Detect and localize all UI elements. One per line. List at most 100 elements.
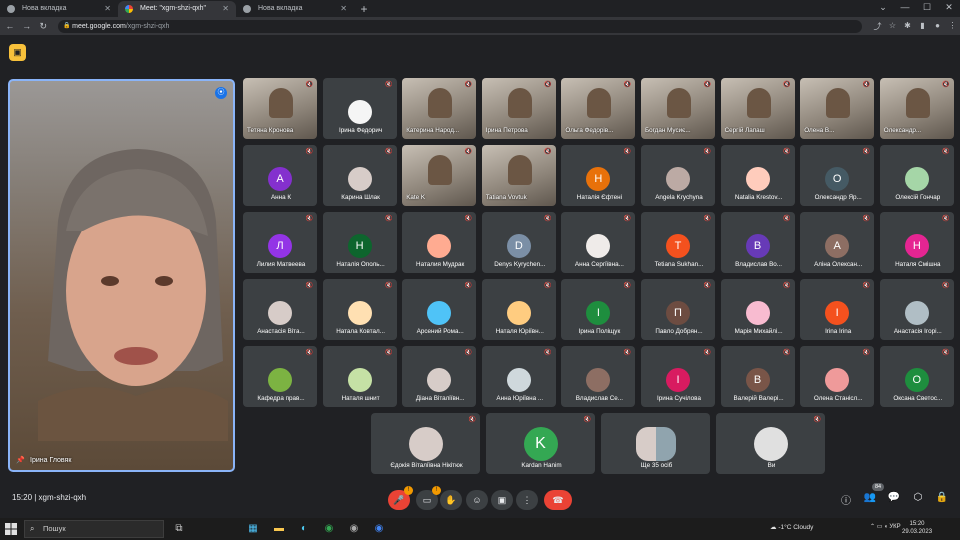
chrome-icon[interactable]: ◉ [322,522,336,536]
participant-tile[interactable]: 🔇 Kate K [402,145,477,206]
participant-tile[interactable]: 🔇 Анна Сергіївна... [561,212,636,273]
activity-icon[interactable]: ▣ [9,44,26,61]
mic-button[interactable]: 🎤! [388,486,413,510]
participant-tile[interactable]: 🔇 Катерина Народ... [402,78,477,139]
participant-tile[interactable]: 🔇 Наталия Мудрак [402,212,477,273]
tab-new-tab-2[interactable]: Нова вкладка ✕ [236,1,354,17]
participant-tile[interactable]: 🔇 Діана Віталіївн... [402,346,477,407]
participant-tile[interactable]: 🔇 Анастасія Ігорі... [879,279,954,340]
browser-menu-icon[interactable]: ⋮ [945,21,960,32]
participant-tile[interactable]: 🔇 Тетяна Кронова [243,78,317,139]
participant-tile[interactable]: 🔇 Natalia Krestov... [720,145,795,206]
taskbar-search-box[interactable]: ⌕ Пошук [24,520,164,538]
participant-tile[interactable]: І 🔇 Ірина Поліщук [561,279,636,340]
participant-tile[interactable]: 🔇 Ви [716,413,825,474]
chat-icon[interactable]: 💬 [886,492,902,503]
participant-tile[interactable]: 🔇 Олексій Гончар [879,145,954,206]
chrome-active-icon[interactable]: ◉ [347,522,361,536]
browser-tab-bar: Нова вкладка ✕ Meet: "xgm-shzi-qxh" ✕ Но… [0,0,960,17]
system-clock[interactable]: 15:20 29.03.2023 [902,520,932,536]
chrome-profile-icon[interactable]: ◉ [372,522,386,536]
participant-tile[interactable]: А 🔇 Анна К [243,145,317,206]
participant-tile[interactable]: 🔇 Олександр... [879,78,954,139]
participant-tile[interactable]: 🔇 Ольга Федорів... [561,78,636,139]
participant-tile[interactable]: Н 🔇 Наталя Смішна [879,212,954,273]
participant-name: Анастасія Ігорі... [893,328,942,335]
widgets-icon[interactable]: ▦ [246,522,260,536]
participant-tile[interactable]: А 🔇 Аліна Олексан... [800,212,875,273]
extensions-icon[interactable]: ✱ [900,21,915,32]
reactions-button[interactable]: ☺ [466,490,488,510]
tab-close-icon[interactable]: ✕ [104,1,111,17]
activities-icon[interactable]: ⬡ [910,492,926,503]
participant-tile[interactable]: Н 🔇 Наталія Єфтені [561,145,636,206]
participant-tile[interactable]: 🔇 Арсений Рома... [402,279,477,340]
participant-tile[interactable]: D 🔇 Denys Kyrychen... [481,212,556,273]
reload-icon[interactable]: ↻ [36,21,50,32]
participant-tile[interactable]: 🔇 Ірина Федорич [322,78,397,139]
participant-tile[interactable]: В 🔇 Владислав Во... [720,212,795,273]
new-tab-button[interactable]: + [354,1,374,17]
participant-tile[interactable]: 🔇 Наталя шнит [322,346,397,407]
participant-tile[interactable]: О 🔇 Олександр Яр... [800,145,875,206]
tab-close-icon[interactable]: ✕ [222,1,229,17]
bookmark-star-icon[interactable]: ☆ [885,21,900,32]
participant-tile[interactable]: 🔇 Tatiana Vovtuk [481,145,556,206]
tab-close-icon[interactable]: ✕ [340,1,347,17]
share-icon[interactable]: ⤴ [870,21,885,32]
participant-tile[interactable]: I 🔇 Irina Irina [800,279,875,340]
participant-tile[interactable]: T 🔇 Tetiana Sukhan... [641,212,715,273]
participant-tile[interactable]: 🔇 Богдан Мусиє... [641,78,715,139]
present-button[interactable]: ▣ [491,490,513,510]
participant-tile[interactable]: В 🔇 Валерій Валері... [720,346,795,407]
camera-button[interactable]: ▭! [416,486,441,510]
meeting-details-icon[interactable]: ⓘ [838,492,854,507]
participant-tile[interactable]: 🔇 Анастасія Віта... [243,279,317,340]
profile-icon[interactable]: ● [930,21,945,32]
tab-search-icon[interactable]: ⌄ [872,0,894,14]
more-options-button[interactable]: ⋮ [516,490,538,510]
participant-tile[interactable]: 🔇 Владислав Се... [561,346,636,407]
tab-new-tab-1[interactable]: Нова вкладка ✕ [0,1,118,17]
tab-meet[interactable]: Meet: "xgm-shzi-qxh" ✕ [118,1,236,17]
participant-tile[interactable]: 🔇 Сергій Лапаш [720,78,795,139]
participant-tile[interactable]: 🔇 Angela Krychyna [641,145,715,206]
participant-tile[interactable]: 🔇 Натала Ковтал... [322,279,397,340]
participant-tile[interactable]: 🔇 Єдокія Віталіївна Нікітюк [371,413,480,474]
participant-tile[interactable]: 🔇 Кафедра прав... [243,346,317,407]
host-controls-icon[interactable]: 🔒 [934,492,950,503]
raise-hand-button[interactable]: ✋ [440,490,462,510]
edge-icon[interactable]: ◐ [297,522,311,536]
back-icon[interactable]: ← [3,21,17,31]
participant-tile[interactable]: О 🔇 Оксана Светос... [879,346,954,407]
participant-tile[interactable]: 🔇 Олена Станісл... [800,346,875,407]
participant-tile[interactable]: 🔇 Карина Шлак [322,145,397,206]
participant-tile[interactable]: І 🔇 Ірина Сучілова [641,346,715,407]
leave-call-button[interactable]: ☎ [544,490,572,510]
people-icon[interactable]: 👥 [862,492,878,503]
participant-tile[interactable]: 🔇 Анна Юріївна ... [481,346,556,407]
sidebar-icon[interactable]: ▮ [915,21,930,32]
more-participants-tile[interactable]: Ще 35 осіб [601,413,710,474]
maximize-icon[interactable]: ☐ [916,0,938,14]
participant-tile[interactable]: K 🔇 Kardan Hanim [486,413,595,474]
participant-tile[interactable]: 🔇 Олена В... [800,78,875,139]
participant-tile[interactable]: П 🔇 Павло Добрян... [641,279,715,340]
system-tray[interactable]: ⌃ ▭ ◖ УКР [870,523,901,530]
windows-start-icon[interactable] [5,523,17,535]
minimize-icon[interactable]: — [894,0,916,14]
participant-name: Ви [767,462,776,469]
weather-widget[interactable]: ☁ -1°C Cloudy [770,523,813,531]
pin-icon[interactable]: 📌 [16,456,25,464]
participant-tile[interactable]: 🔇 Ірина Петрова [481,78,556,139]
participant-tile[interactable]: 🔇 Наталя Юріївн... [481,279,556,340]
participant-tile[interactable]: Л 🔇 Лилия Матвеева [243,212,317,273]
url-field[interactable]: 🔒 meet.google.com/xgm-shzi-qxh [58,19,862,33]
participant-tile[interactable]: 🔇 Марія Михайлі... [720,279,795,340]
participant-tile[interactable]: Н 🔇 Наталія Ополь... [322,212,397,273]
file-explorer-icon[interactable]: ▬ [272,522,286,536]
speaker-video[interactable]: ⦿ 📌 Ірина Гловяк [8,79,235,472]
task-view-icon[interactable]: ⧉ [172,522,186,536]
forward-icon[interactable]: → [20,21,34,31]
close-window-icon[interactable]: ✕ [938,0,960,14]
